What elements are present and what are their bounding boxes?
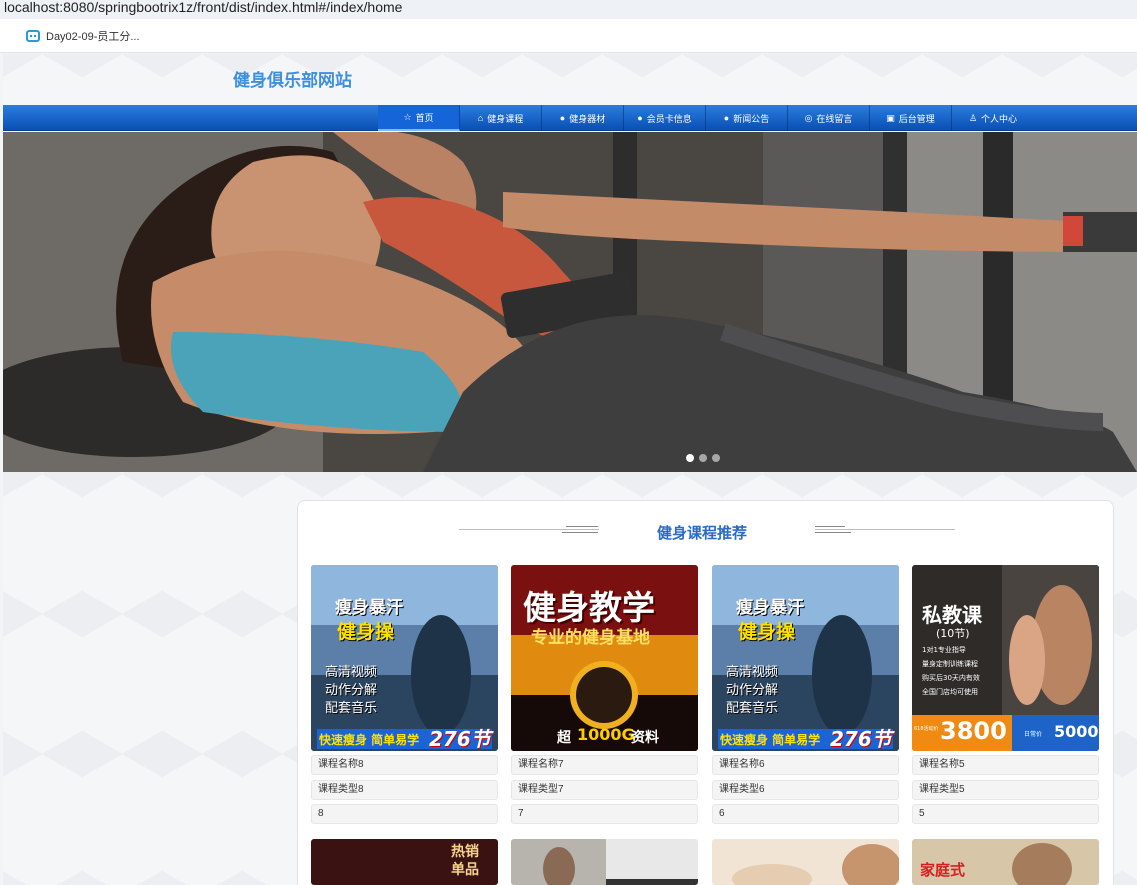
chat-icon: ◎ <box>804 112 813 123</box>
poster-text: 动作分解 <box>325 683 378 698</box>
nav-item-profile[interactable]: ♙ 个人中心 <box>952 105 1034 131</box>
poster-text: 276节 <box>830 727 892 751</box>
nav-label: 后台管理 <box>898 113 935 124</box>
nav-item-messages[interactable]: ◎ 在线留言 <box>788 105 870 131</box>
course-image[interactable]: 私教课 (10节) 1对1专业指导 量身定制训练课程 购买后30天内有效 全国门… <box>912 565 1099 751</box>
poster-text: 日常价 <box>1024 731 1043 738</box>
poster-title: 健身教学 <box>523 588 655 627</box>
title-decoration-left <box>562 532 598 533</box>
course-value: 5 <box>912 804 1099 824</box>
course-name: 课程名称8 <box>311 755 498 775</box>
poster-title: 健身操 <box>337 621 395 643</box>
poster-text: 量身定制训练课程 <box>922 660 978 668</box>
course-name: 课程名称5 <box>912 755 1099 775</box>
hero-illustration <box>3 132 1137 472</box>
poster-title: 瘦身暴汗 <box>335 598 403 618</box>
nav-label: 健身器材 <box>569 113 606 124</box>
poster-title: 私教课 <box>922 603 982 627</box>
nav-item-news[interactable]: ● 新闻公告 <box>706 105 788 131</box>
nav-label: 个人中心 <box>981 113 1018 124</box>
nav-item-admin[interactable]: ▣ 后台管理 <box>870 105 952 131</box>
carousel-dot[interactable] <box>712 454 720 462</box>
poster-text: (10节) <box>936 627 970 640</box>
nav-label: 会员卡信息 <box>646 113 692 124</box>
carousel-dot[interactable] <box>699 454 707 462</box>
course-image[interactable] <box>511 839 698 885</box>
bookmarks-bar: Day02-09-员工分... <box>0 19 1137 53</box>
title-decoration-left <box>566 526 598 527</box>
poster-text: 配套音乐 <box>325 701 378 716</box>
course-value: 7 <box>511 804 698 824</box>
poster-text: 618活动价 <box>914 726 939 732</box>
poster-text: 家庭式 <box>920 861 966 879</box>
poster-text: 高清视频 <box>325 665 378 680</box>
nav-item-membership[interactable]: ● 会员卡信息 <box>624 105 706 131</box>
course-image[interactable]: 热销 单品 <box>311 839 498 885</box>
nav-label: 新闻公告 <box>733 113 770 124</box>
nav-item-equipment[interactable]: ● 健身器材 <box>542 105 624 131</box>
main-navbar: ☆ 首页 ⌂ 健身课程 ● 健身器材 ● 会员卡信息 ● 新闻公告 ◎ 在线留言… <box>3 105 1137 131</box>
poster-text: 热销 <box>451 844 479 860</box>
star-icon: ☆ <box>403 111 412 122</box>
title-decoration-right <box>815 526 845 527</box>
nav-item-home[interactable]: ☆ 首页 <box>378 105 460 131</box>
info-icon: ● <box>723 113 730 123</box>
poster-photo <box>732 844 899 885</box>
course-image[interactable]: 瘦身暴汗 健身操 高清视频 动作分解 配套音乐 快速瘦身 简单易学 276节 <box>311 565 498 751</box>
poster-text: 快速瘦身 简单易学 <box>720 733 821 747</box>
poster-text: 资料 <box>631 730 659 746</box>
poster-text: 高清视频 <box>726 665 779 680</box>
bookmark-label: Day02-09-员工分... <box>46 30 140 43</box>
carousel-dot[interactable] <box>686 454 694 462</box>
info-icon: ● <box>559 113 566 123</box>
hero-carousel-image[interactable] <box>3 132 1137 472</box>
poster-price: 3800 <box>940 717 1007 745</box>
poster-text: 1对1专业指导 <box>922 646 966 654</box>
poster-subtitle: 专业的健身基地 <box>531 628 650 648</box>
title-decoration-right <box>815 529 955 530</box>
poster-photo <box>511 839 698 885</box>
title-decoration-left <box>459 529 599 530</box>
section-title: 健身课程推荐 <box>657 525 748 542</box>
poster-text: 购买后30天内有效 <box>922 674 980 682</box>
user-icon: ♙ <box>968 112 978 123</box>
course-image[interactable]: 家庭式 <box>912 839 1099 885</box>
nav-label: 首页 <box>415 112 434 123</box>
poster-title: 瘦身暴汗 <box>736 598 804 618</box>
poster-text: 快速瘦身 简单易学 <box>319 733 420 747</box>
poster-price: 5000 <box>1054 722 1099 741</box>
poster-title: 健身操 <box>738 621 796 643</box>
poster-text: 动作分解 <box>726 683 779 698</box>
poster-text: 超 <box>557 730 571 746</box>
course-image[interactable]: 健身教学 专业的健身基地 超 1000G 资料 <box>511 565 698 751</box>
bilibili-icon <box>26 29 40 42</box>
poster-text: 1000G <box>577 725 635 744</box>
address-bar[interactable]: localhost:8080/springbootrix1z/front/dis… <box>0 0 1137 19</box>
question-icon: ● <box>637 113 643 123</box>
course-name: 课程名称7 <box>511 755 698 775</box>
course-type: 课程类型7 <box>511 780 698 800</box>
nav-label: 在线留言 <box>816 113 853 124</box>
course-value: 6 <box>712 804 899 824</box>
course-value: 8 <box>311 804 498 824</box>
course-name: 课程名称6 <box>712 755 899 775</box>
poster-text: 配套音乐 <box>726 701 779 716</box>
poster-text: 全国门店均可使用 <box>922 688 978 696</box>
course-type: 课程类型8 <box>311 780 498 800</box>
course-type: 课程类型6 <box>712 780 899 800</box>
poster-text: 276节 <box>429 727 491 751</box>
poster-text: 单品 <box>451 862 479 878</box>
site-title[interactable]: 健身俱乐部网站 <box>233 66 352 91</box>
course-image[interactable] <box>712 839 899 885</box>
carousel-indicator <box>686 454 720 462</box>
bookmark-item[interactable]: Day02-09-员工分... <box>26 28 140 44</box>
nav-label: 健身课程 <box>487 113 524 124</box>
briefcase-icon: ▣ <box>886 112 895 123</box>
course-type: 课程类型5 <box>912 780 1099 800</box>
course-image[interactable]: 瘦身暴汗 健身操 高清视频 动作分解 配套音乐 快速瘦身 简单易学 276节 <box>712 565 899 751</box>
nav-item-courses[interactable]: ⌂ 健身课程 <box>460 105 542 131</box>
title-decoration-right <box>815 532 851 533</box>
bag-icon: ⌂ <box>477 113 484 123</box>
